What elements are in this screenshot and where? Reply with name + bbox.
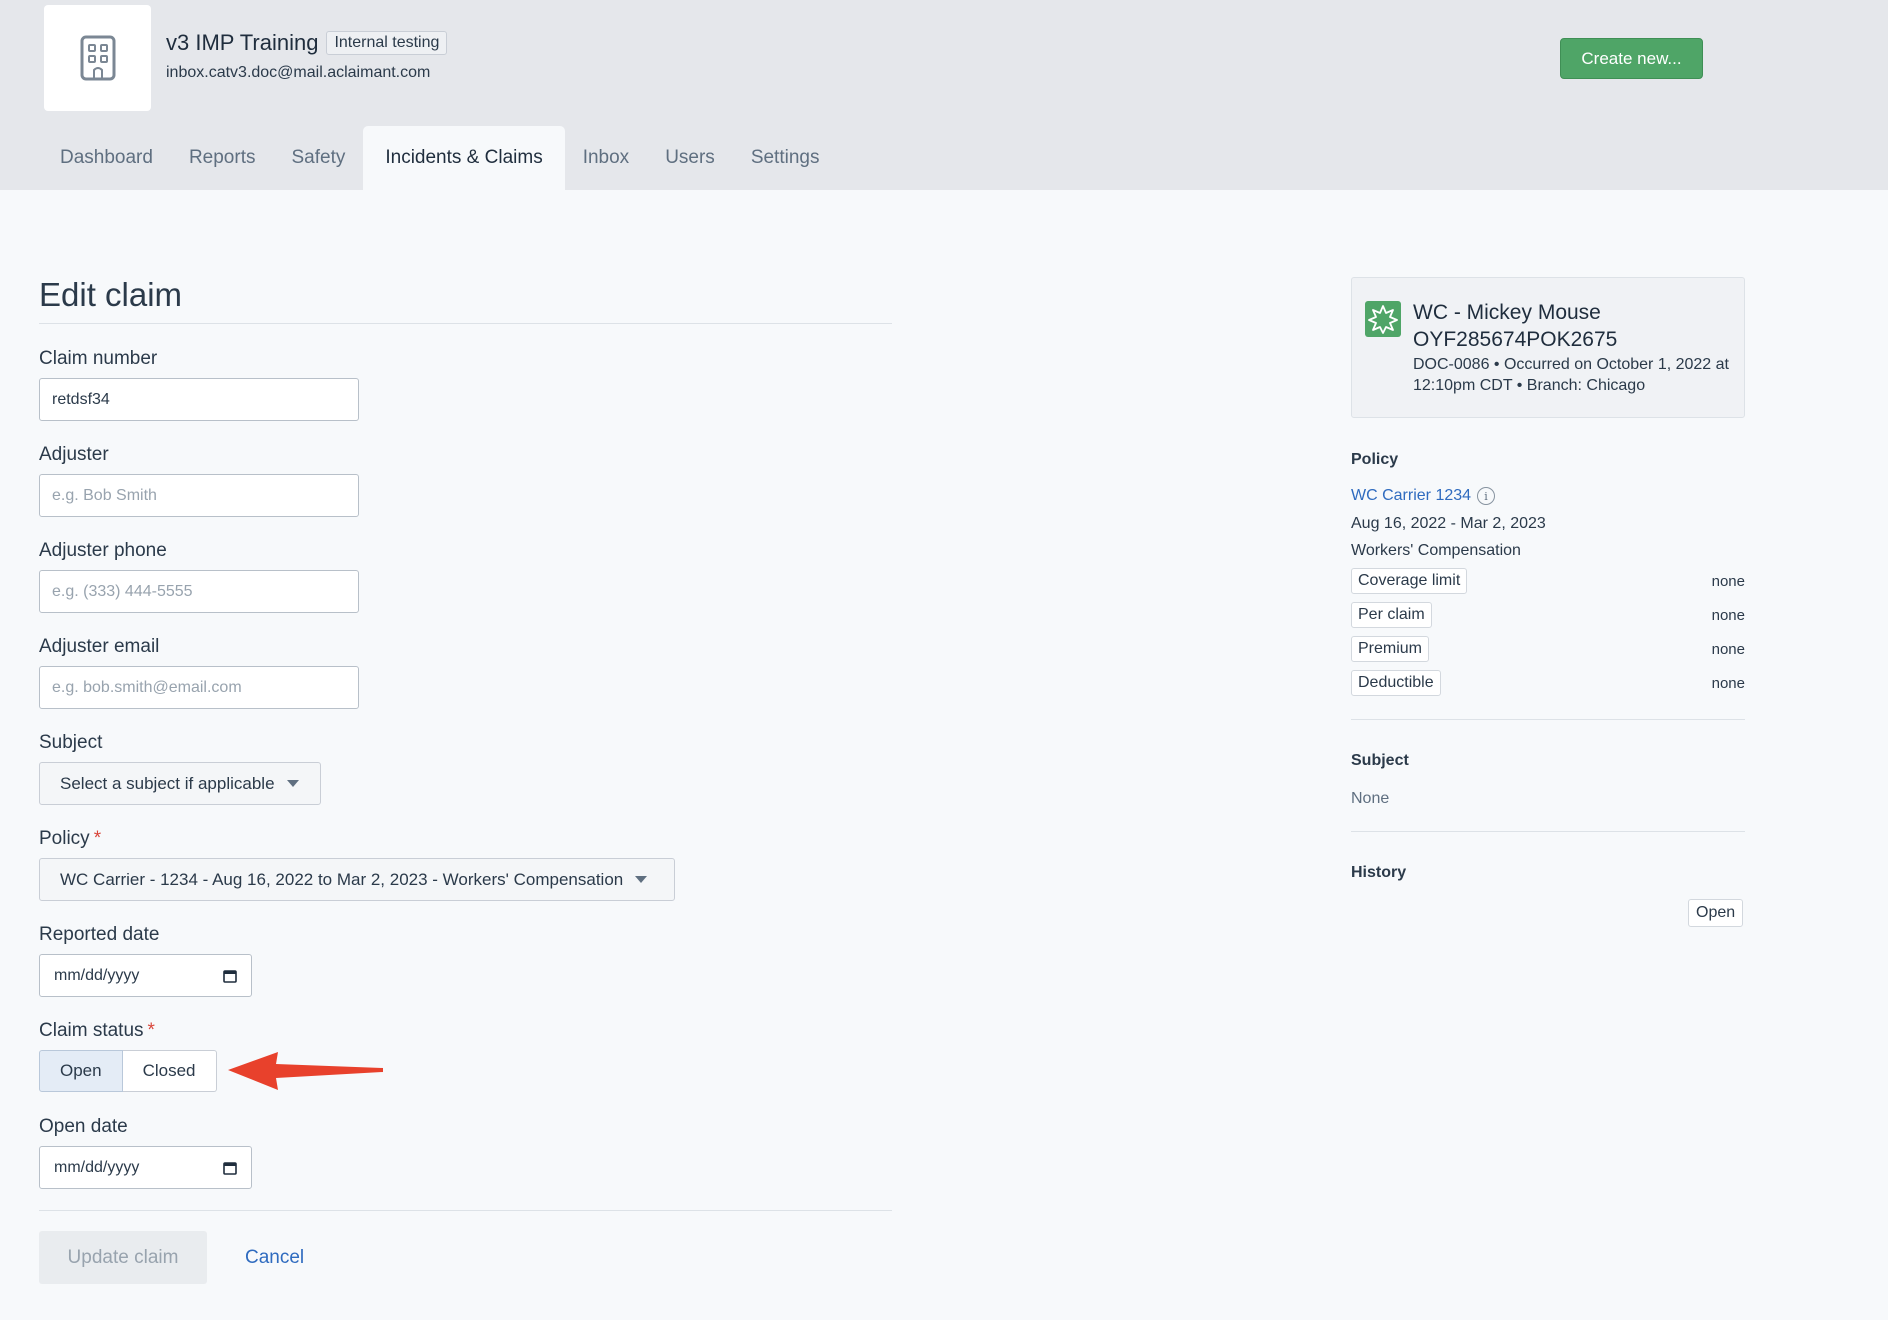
policy-select[interactable]: WC Carrier - 1234 - Aug 16, 2022 to Mar … — [39, 858, 675, 901]
open-date-label: Open date — [39, 1116, 128, 1137]
chevron-down-icon — [286, 780, 299, 787]
status-closed-button[interactable]: Closed — [122, 1050, 217, 1092]
coverage-label: Premium — [1351, 636, 1430, 662]
claim-number-label: Claim number — [39, 348, 158, 369]
subject-value: None — [1351, 790, 1390, 807]
adjuster-email-input[interactable] — [39, 666, 359, 709]
claim-status-toggle: Open Closed — [39, 1050, 217, 1092]
tab-incidents-claims[interactable]: Incidents & Claims — [363, 126, 565, 190]
sidebar-divider — [1351, 831, 1745, 832]
update-claim-button[interactable]: Update claim — [39, 1231, 207, 1284]
tab-settings[interactable]: Settings — [733, 126, 838, 190]
coverage-row: Premium none — [1351, 635, 1745, 663]
required-mark: * — [93, 828, 102, 849]
coverage-row: Per claim none — [1351, 601, 1745, 629]
calendar-icon[interactable] — [223, 969, 237, 983]
open-date-input[interactable]: mm/dd/yyyy — [39, 1146, 252, 1189]
coverage-value: none — [1711, 606, 1745, 624]
org-badge: Internal testing — [326, 31, 448, 55]
adjuster-email-label: Adjuster email — [39, 636, 160, 657]
sidebar-divider — [1351, 719, 1745, 720]
policy-link[interactable]: WC Carrier 1234 — [1351, 487, 1471, 505]
claim-summary-card: WC - Mickey Mouse OYF285674POK2675 DOC-0… — [1351, 277, 1745, 418]
org-email: inbox.catv3.doc@mail.aclaimant.com — [166, 64, 431, 81]
main-nav: Dashboard Reports Safety Incidents & Cla… — [42, 126, 837, 190]
tab-safety[interactable]: Safety — [273, 126, 363, 190]
coverage-value: none — [1711, 674, 1745, 692]
policy-select-value: WC Carrier - 1234 - Aug 16, 2022 to Mar … — [60, 869, 624, 889]
history-status-badge: Open — [1688, 899, 1744, 927]
claim-title-block: WC - Mickey Mouse OYF285674POK2675 — [1413, 299, 1617, 353]
org-name-row: v3 IMP Training Internal testing — [166, 30, 448, 56]
tab-dashboard[interactable]: Dashboard — [42, 126, 171, 190]
org-logo — [44, 5, 151, 111]
form-footer-divider — [39, 1210, 892, 1211]
reported-date-placeholder: mm/dd/yyyy — [54, 966, 140, 984]
tab-inbox[interactable]: Inbox — [565, 126, 647, 190]
policy-heading: Policy — [1351, 451, 1399, 468]
status-open-button[interactable]: Open — [39, 1050, 123, 1092]
calendar-icon[interactable] — [223, 1161, 237, 1175]
create-new-button[interactable]: Create new... — [1560, 38, 1703, 79]
adjuster-input[interactable] — [39, 474, 359, 517]
adjuster-phone-label: Adjuster phone — [39, 540, 167, 561]
cancel-link[interactable]: Cancel — [245, 1247, 304, 1269]
title-divider — [39, 323, 892, 324]
info-icon[interactable]: i — [1477, 487, 1496, 505]
policy-dates: Aug 16, 2022 - Mar 2, 2023 — [1351, 515, 1546, 532]
policy-link-row: WC Carrier 1234 i — [1351, 487, 1496, 505]
policy-label-text: Policy — [39, 828, 90, 849]
open-date-placeholder: mm/dd/yyyy — [54, 1158, 140, 1176]
coverage-value: none — [1711, 640, 1745, 658]
subject-select[interactable]: Select a subject if applicable — [39, 762, 321, 805]
subject-label: Subject — [39, 732, 103, 753]
page-title: Edit claim — [39, 276, 183, 313]
reported-date-input[interactable]: mm/dd/yyyy — [39, 954, 252, 997]
chevron-down-icon — [635, 876, 648, 883]
claim-title: WC - Mickey Mouse — [1413, 301, 1601, 324]
annotation-arrow-icon — [228, 1052, 383, 1090]
coverage-label: Deductible — [1351, 670, 1441, 696]
claim-id: OYF285674POK2675 — [1413, 328, 1618, 351]
tab-users[interactable]: Users — [647, 126, 733, 190]
reported-date-label: Reported date — [39, 924, 160, 945]
org-name: v3 IMP Training — [166, 30, 319, 55]
claim-status-label: Claim status * — [39, 1020, 155, 1042]
coverage-row: Coverage limit none — [1351, 567, 1745, 595]
policy-label: Policy * — [39, 828, 101, 850]
top-bar: v3 IMP Training Internal testing inbox.c… — [0, 0, 1888, 190]
subject-select-value: Select a subject if applicable — [60, 773, 275, 793]
tab-reports[interactable]: Reports — [171, 126, 274, 190]
claim-number-input[interactable] — [39, 378, 359, 421]
coverage-label: Per claim — [1351, 602, 1432, 628]
history-heading: History — [1351, 864, 1407, 881]
claim-status-label-text: Claim status — [39, 1020, 144, 1041]
coverage-value: none — [1711, 572, 1745, 590]
adjuster-label: Adjuster — [39, 444, 109, 465]
claim-meta: DOC-0086 • Occurred on October 1, 2022 a… — [1413, 356, 1729, 394]
adjuster-phone-input[interactable] — [39, 570, 359, 613]
coverage-row: Deductible none — [1351, 669, 1745, 697]
starburst-icon — [1365, 301, 1401, 337]
building-icon — [80, 35, 115, 81]
required-mark: * — [147, 1020, 155, 1041]
policy-type: Workers' Compensation — [1351, 542, 1521, 559]
subject-heading: Subject — [1351, 752, 1409, 769]
coverage-label: Coverage limit — [1351, 568, 1468, 594]
